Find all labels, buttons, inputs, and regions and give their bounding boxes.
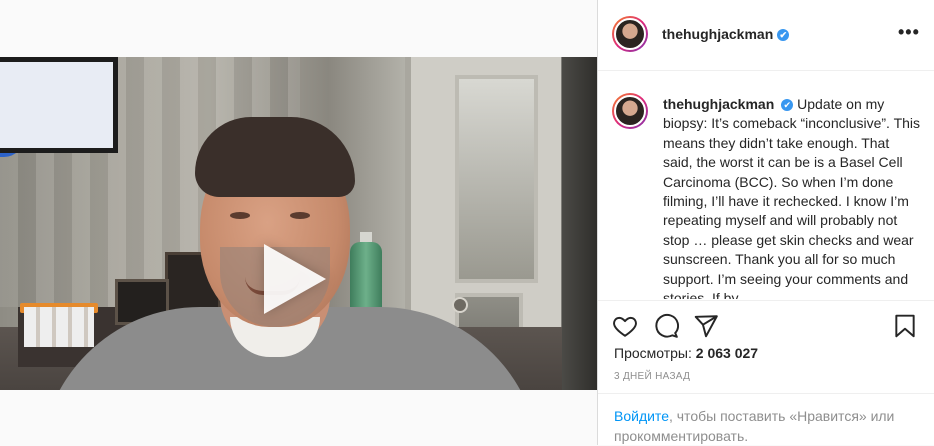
avatar[interactable]: [612, 16, 648, 52]
play-icon[interactable]: [264, 244, 326, 314]
share-icon[interactable]: [693, 313, 719, 339]
verified-badge-icon: ✔: [777, 29, 790, 42]
username-text[interactable]: thehughjackman: [662, 26, 773, 42]
verified-badge-icon: ✔: [781, 99, 794, 112]
caption-avatar[interactable]: [612, 93, 648, 129]
header-username[interactable]: thehughjackman ✔: [662, 26, 790, 42]
views-label: Просмотры:: [614, 345, 692, 361]
video-player[interactable]: [0, 57, 597, 390]
caption-text: Update on my biopsy: It’s comeback “inco…: [663, 96, 921, 299]
media-bottom-spacer: [0, 390, 597, 445]
post-actions: [598, 300, 934, 347]
login-prompt: Войдите, чтобы поставить «Нравится» или …: [598, 393, 934, 446]
tv-in-video: [0, 57, 118, 153]
heart-icon[interactable]: [612, 313, 638, 339]
views-count: Просмотры: 2 063 027: [614, 345, 758, 361]
login-link[interactable]: Войдите: [614, 408, 669, 424]
post-header: thehughjackman ✔ •••: [598, 0, 934, 71]
media-top-spacer: [0, 0, 597, 57]
views-number: 2 063 027: [695, 345, 759, 361]
post-side-panel: thehughjackman ✔ ••• thehughjackman ✔ Upda…: [597, 0, 934, 445]
post-date[interactable]: 3 ДНЕЙ НАЗАД: [614, 371, 690, 382]
caption: thehughjackman ✔ Update on my biopsy: It’…: [663, 95, 921, 299]
caption-username[interactable]: thehughjackman: [663, 96, 774, 112]
bookmark-icon[interactable]: [892, 313, 918, 339]
caption-area[interactable]: thehughjackman ✔ Update on my biopsy: It’…: [598, 71, 934, 299]
login-text: Войдите, чтобы поставить «Нравится» или …: [614, 406, 914, 446]
more-options-icon[interactable]: •••: [898, 22, 920, 43]
comment-icon[interactable]: [653, 313, 679, 339]
